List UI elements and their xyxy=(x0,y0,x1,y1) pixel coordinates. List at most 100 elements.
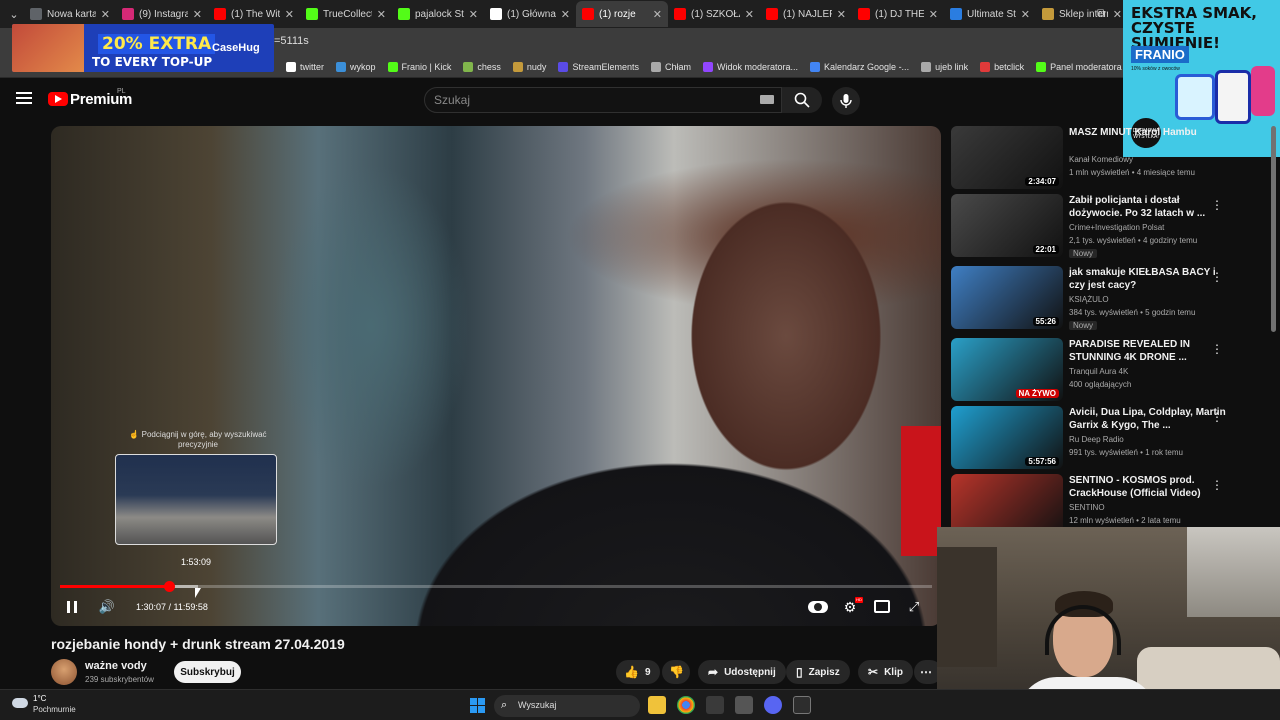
channel-name[interactable]: Kanał Komediowy xyxy=(1069,155,1133,164)
windows-start-icon[interactable] xyxy=(470,698,485,713)
search-input[interactable] xyxy=(424,87,782,113)
theater-mode-icon[interactable] xyxy=(874,600,890,613)
share-icon: ➦ xyxy=(708,665,719,679)
close-tab-icon[interactable]: ✕ xyxy=(469,8,478,21)
chrome-icon[interactable] xyxy=(677,696,695,714)
app-icon[interactable] xyxy=(706,696,724,714)
close-tab-icon[interactable]: ✕ xyxy=(101,8,110,21)
video-thumbnail[interactable]: 5:57:56 xyxy=(951,406,1063,469)
close-tab-icon[interactable]: ✕ xyxy=(193,8,202,21)
clip-button[interactable]: ✂ Klip xyxy=(858,660,913,684)
video-title[interactable]: Avicii, Dua Lipa, Coldplay, Martin Garri… xyxy=(1069,406,1229,432)
close-tab-icon[interactable]: ✕ xyxy=(745,8,754,21)
keyboard-icon[interactable] xyxy=(760,95,774,104)
recommended-video[interactable]: 55:26 jak smakuje KIEŁBASA BACY i czy jes… xyxy=(951,266,1251,330)
weather-temperature[interactable]: 1°C xyxy=(33,694,46,703)
bookmark-item[interactable]: Franio | Kick xyxy=(387,61,451,72)
video-meta: 384 tys. wyświetleń • 5 godzin temu xyxy=(1069,308,1196,317)
close-tab-icon[interactable]: ✕ xyxy=(377,8,386,21)
channel-avatar[interactable] xyxy=(51,659,77,685)
video-title[interactable]: jak smakuje KIEŁBASA BACY i czy jest cac… xyxy=(1069,266,1229,292)
fullscreen-icon[interactable]: ⤢ xyxy=(906,599,922,615)
save-button[interactable]: ▯ Zapisz xyxy=(786,660,850,684)
channel-name[interactable]: KSIĄŻULO xyxy=(1069,295,1109,304)
bookmark-item[interactable]: StreamElements xyxy=(558,61,639,72)
video-title[interactable]: MASZ MINUT Karol Hambu xyxy=(1069,126,1229,139)
bookmark-item[interactable]: Panel moderatora |... xyxy=(1036,61,1134,72)
bookmark-item[interactable]: Kalendarz Google -... xyxy=(810,61,909,72)
browser-tab[interactable]: (1) NAJLEPS ✕ xyxy=(760,1,852,27)
browser-tab[interactable]: (1) SZKOŁA ✕ xyxy=(668,1,760,27)
bookmark-item[interactable]: nudy xyxy=(512,61,546,72)
terminal-icon[interactable] xyxy=(793,696,811,714)
seek-preview-thumbnail xyxy=(115,454,277,545)
more-options-icon[interactable]: ⋮ xyxy=(1211,410,1223,424)
video-title[interactable]: Zabił policjanta i dostał dożywocie. Po … xyxy=(1069,194,1229,220)
search-button[interactable] xyxy=(782,87,822,113)
dislike-button[interactable]: 👎 xyxy=(662,660,690,684)
more-options-icon[interactable]: ⋮ xyxy=(1211,342,1223,356)
bookmark-item[interactable]: chess xyxy=(463,61,501,72)
subscribe-button[interactable]: Subskrybuj xyxy=(174,661,241,683)
recommended-video[interactable]: 2:34:07 MASZ MINUT Karol Hambu Kanał Komed… xyxy=(951,126,1251,190)
channel-name[interactable]: Tranquil Aura 4K xyxy=(1069,367,1128,376)
browser-tab[interactable]: Ultimate Sta ✕ xyxy=(944,1,1036,27)
sidebar-scrollbar[interactable] xyxy=(1271,126,1276,332)
recommended-video[interactable]: 22:01 Zabił policjanta i dostał dożywocie… xyxy=(951,194,1251,258)
video-title[interactable]: PARADISE REVEALED IN STUNNING 4K DRONE .… xyxy=(1069,338,1229,364)
tab-search-icon[interactable]: ⌄ xyxy=(4,4,24,24)
share-button[interactable]: ➦ Udostępnij xyxy=(698,660,786,684)
app-icon[interactable] xyxy=(735,696,753,714)
discord-icon[interactable] xyxy=(764,696,782,714)
cloud-icon[interactable] xyxy=(12,698,28,708)
channel-name[interactable]: SENTINO xyxy=(1069,503,1105,512)
browser-tab[interactable]: (1) DJ THE N ✕ xyxy=(852,1,944,27)
tab-title: pajalock Str xyxy=(415,8,464,20)
browser-tab[interactable]: Sklep intern ✕ xyxy=(1036,1,1128,27)
browser-tab[interactable]: pajalock Str ✕ xyxy=(392,1,484,27)
voice-search-button[interactable] xyxy=(832,87,860,115)
more-options-icon[interactable]: ⋮ xyxy=(1211,478,1223,492)
recommended-video[interactable]: NA ŻYWO PARADISE REVEALED IN STUNNING 4K … xyxy=(951,338,1251,402)
video-player[interactable] xyxy=(51,126,941,626)
channel-name[interactable]: ważne vody xyxy=(85,660,147,672)
video-thumbnail[interactable]: 55:26 xyxy=(951,266,1063,329)
bookmark-item[interactable]: betclick xyxy=(980,61,1024,72)
bookmark-item[interactable]: Chłam xyxy=(650,61,691,72)
close-tab-icon[interactable]: ✕ xyxy=(1113,8,1122,21)
close-tab-icon[interactable]: ✕ xyxy=(561,8,570,21)
more-options-icon[interactable]: ⋮ xyxy=(1211,198,1223,212)
autoplay-toggle[interactable] xyxy=(808,601,828,613)
bookmark-item[interactable]: wykop xyxy=(336,61,376,72)
casehug-ad[interactable]: 20% EXTRA TO EVERY TOP-UP CaseHug xyxy=(12,24,274,72)
browser-tab[interactable]: (1) rozje ✕ xyxy=(576,1,668,27)
browser-tab[interactable]: TrueCollecto ✕ xyxy=(300,1,392,27)
more-options-icon[interactable]: ⋮ xyxy=(1211,270,1223,284)
video-title[interactable]: SENTINO - KOSMOS prod. CrackHouse (Offic… xyxy=(1069,474,1229,500)
like-button[interactable]: 👍 9 xyxy=(616,660,660,684)
taskbar-search-box[interactable] xyxy=(494,695,640,717)
menu-icon[interactable] xyxy=(16,92,32,104)
browser-tab[interactable]: (1) Główna / ✕ xyxy=(484,1,576,27)
file-explorer-icon[interactable] xyxy=(648,696,666,714)
bookmark-item[interactable]: twitter xyxy=(286,61,324,72)
weather-description[interactable]: Pochmurnie xyxy=(33,705,76,714)
pause-button[interactable] xyxy=(64,599,80,615)
bookmark-item[interactable]: Widok moderatora... xyxy=(702,61,798,72)
close-tab-icon[interactable]: ✕ xyxy=(929,8,938,21)
channel-name[interactable]: Ru Deep Radio xyxy=(1069,435,1124,444)
install-app-icon[interactable]: ⧉ xyxy=(1097,6,1106,21)
youtube-logo-icon[interactable] xyxy=(48,92,68,106)
close-tab-icon[interactable]: ✕ xyxy=(837,8,846,21)
progress-scrubber[interactable] xyxy=(164,581,175,592)
video-thumbnail[interactable]: 2:34:07 xyxy=(951,126,1063,189)
close-tab-icon[interactable]: ✕ xyxy=(1021,8,1030,21)
video-thumbnail[interactable]: NA ŻYWO xyxy=(951,338,1063,401)
volume-icon[interactable]: 🔊 xyxy=(98,599,116,615)
close-tab-icon[interactable]: ✕ xyxy=(285,8,294,21)
recommended-video[interactable]: 5:57:56 Avicii, Dua Lipa, Coldplay, Marti… xyxy=(951,406,1251,470)
channel-name[interactable]: Crime+Investigation Polsat xyxy=(1069,223,1164,232)
close-tab-icon[interactable]: ✕ xyxy=(653,8,662,21)
bookmark-item[interactable]: ujeb link xyxy=(921,61,968,72)
video-thumbnail[interactable]: 22:01 xyxy=(951,194,1063,257)
